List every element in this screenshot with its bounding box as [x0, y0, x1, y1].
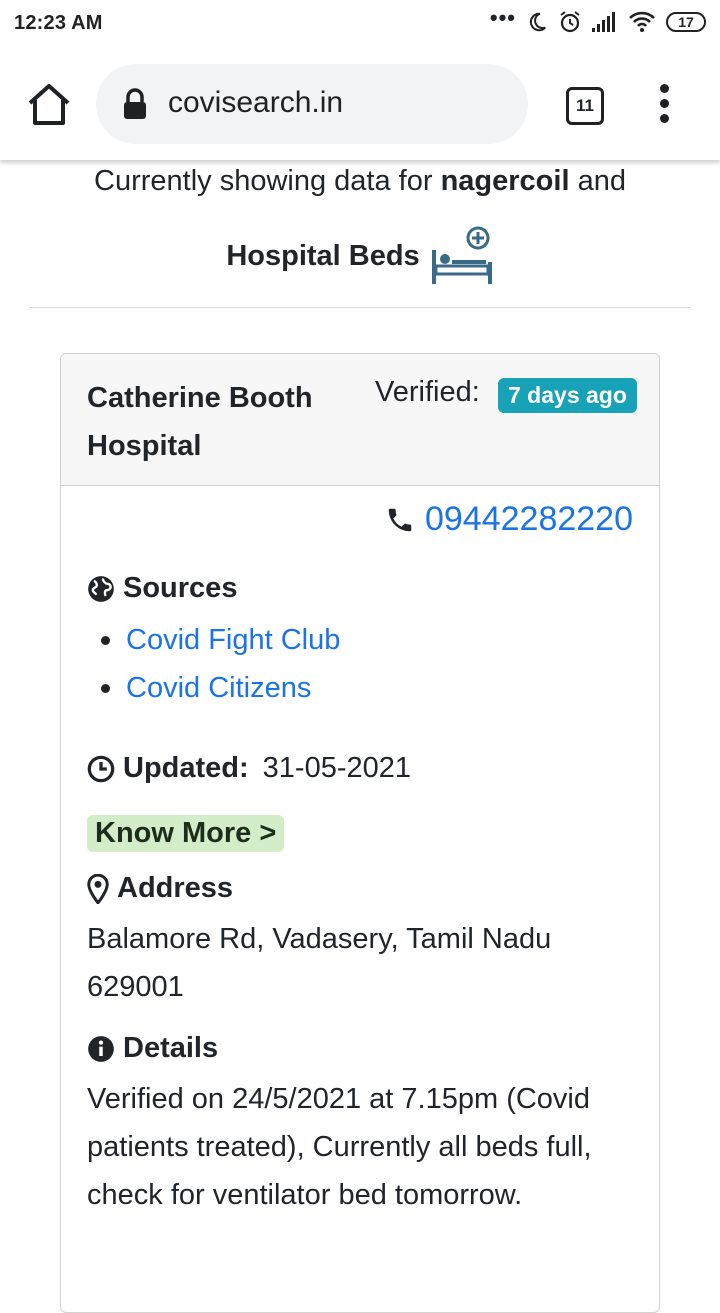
status-bar: 12:23 AM ••• 17: [0, 0, 720, 48]
list-item[interactable]: Covid Fight Club: [101, 616, 340, 664]
source-link[interactable]: Covid Fight Club: [126, 616, 340, 664]
more-notifications-icon: •••: [489, 5, 516, 30]
more-menu-icon[interactable]: [652, 84, 676, 124]
updated-value: 31-05-2021: [262, 752, 412, 784]
updated-label: Updated:: [123, 752, 249, 784]
moon-icon: [529, 12, 546, 32]
home-icon[interactable]: [24, 81, 74, 127]
details-title: Details: [123, 1032, 219, 1064]
source-link[interactable]: Covid Citizens: [126, 664, 311, 712]
map-pin-icon: [87, 873, 109, 904]
details-text: Verified on 24/5/2021 at 7.15pm (Covid p…: [87, 1083, 592, 1211]
heading-line-2: Hospital Beds: [0, 226, 720, 286]
address-heading: Address: [87, 872, 233, 905]
details-heading: Details: [87, 1032, 218, 1065]
hospital-name: Catherine Booth Hospital: [87, 382, 313, 462]
heading-prefix: Currently showing data for: [94, 165, 441, 197]
lock-icon: [124, 88, 146, 119]
know-more-button[interactable]: Know More >: [87, 815, 285, 852]
url-text: covisearch.in: [168, 86, 344, 119]
divider: [30, 307, 690, 308]
bullet: [101, 683, 110, 693]
hospital-card: Catherine Booth Hospital Verified: 7 day…: [60, 353, 660, 1313]
info-icon: [88, 1035, 114, 1062]
address-text: Balamore Rd, Vadasery, Tamil Nadu 629001: [87, 923, 552, 1003]
bullet: [101, 635, 110, 645]
heading-line-1: Currently showing data for nagercoil and: [0, 160, 720, 202]
hospital-bed-icon: [431, 226, 492, 284]
sources-list: Covid Fight Club Covid Citizens: [101, 616, 340, 712]
heading-city: nagercoil: [440, 165, 570, 197]
updated-row: Updated: 31-05-2021: [87, 752, 411, 785]
phone-icon: [388, 508, 412, 531]
sources-heading: Sources: [87, 572, 237, 605]
address-title: Address: [117, 872, 234, 904]
battery-icon: 17: [666, 12, 706, 32]
phone-link[interactable]: 09442282220: [425, 500, 633, 539]
list-item[interactable]: Covid Citizens: [101, 664, 340, 712]
status-icons: ••• 17: [490, 5, 706, 34]
browser-toolbar: covisearch.in 11: [0, 48, 720, 160]
alarm-icon: [560, 11, 580, 33]
tab-switcher-button[interactable]: 11: [566, 87, 604, 125]
sources-title: Sources: [123, 572, 238, 604]
verified-badge: 7 days ago: [498, 378, 637, 413]
wifi-icon: [629, 11, 655, 32]
address-bar[interactable]: covisearch.in: [96, 64, 528, 144]
battery-level: 17: [678, 14, 694, 30]
globe-icon: [88, 575, 114, 602]
status-time: 12:23 AM: [14, 12, 103, 34]
signal-icon: [592, 12, 615, 32]
results-heading: Currently showing data for nagercoil and…: [0, 160, 720, 286]
heading-resource: Hospital Beds: [226, 240, 420, 272]
clock-icon: [87, 755, 115, 782]
heading-suffix: and: [569, 165, 626, 197]
verified-label: Verified:: [375, 376, 480, 408]
card-header: Catherine Booth Hospital Verified: 7 day…: [61, 354, 659, 486]
phone-row: 09442282220: [385, 500, 633, 539]
